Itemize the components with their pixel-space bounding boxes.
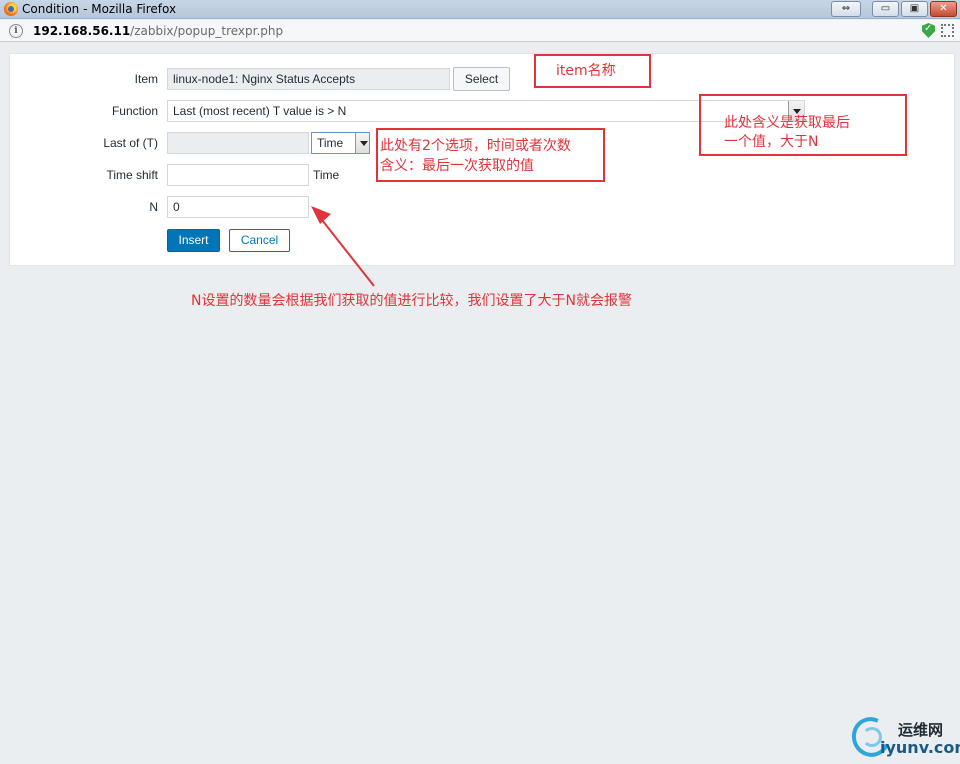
qr-code-icon[interactable] [941, 24, 954, 37]
shield-check-icon[interactable] [922, 23, 935, 38]
last-of-annotation-line1: 此处有2个选项，时间或者次数 [380, 138, 571, 154]
function-selected-value: Last (most recent) T value is > N [173, 104, 347, 118]
site-watermark: 运维网 iyunv.com [846, 711, 960, 763]
n-annotation-text: N设置的数量会根据我们获取的值进行比较，我们设置了大于N就会报警 [191, 293, 632, 309]
last-of-annotation: 此处有2个选项，时间或者次数 含义：最后一次获取的值 [376, 128, 605, 182]
cancel-button[interactable]: Cancel [229, 229, 290, 252]
last-of-label: Last of (T) [103, 136, 158, 150]
function-label: Function [111, 104, 158, 118]
item-annotation-text: item名称 [556, 63, 616, 79]
last-of-input[interactable] [167, 132, 309, 154]
function-annotation-line2: 一个值，大于N [724, 134, 819, 150]
window-title: Condition - Mozilla Firefox [22, 2, 177, 16]
function-annotation: 此处含义是获取最后 一个值，大于N [699, 94, 907, 156]
watermark-en: iyunv.com [880, 738, 960, 757]
window-titlebar: Condition - Mozilla Firefox ⇔ ▭ ▣ ✕ [0, 0, 960, 19]
time-shift-unit: Time [313, 168, 340, 182]
site-info-icon[interactable]: i [9, 24, 23, 38]
restore-window-button[interactable]: ⇔ [831, 1, 861, 17]
item-label: Item [134, 72, 158, 86]
last-of-annotation-line2: 含义：最后一次获取的值 [380, 158, 534, 174]
watermark-cn: 运维网 [898, 721, 944, 739]
last-of-unit-select[interactable]: Time [311, 132, 370, 154]
minimize-button[interactable]: ▭ [872, 1, 899, 17]
firefox-logo-icon [4, 2, 18, 16]
close-window-button[interactable]: ✕ [930, 1, 957, 17]
url-text[interactable]: 192.168.56.11/zabbix/popup_trexpr.php [33, 24, 283, 38]
n-label: N [149, 200, 158, 214]
n-input[interactable]: 0 [167, 196, 309, 218]
select-item-button[interactable]: Select [453, 67, 510, 91]
last-of-unit-value: Time [317, 136, 344, 150]
watermark-swirl-inner-icon [862, 727, 882, 747]
time-shift-input[interactable] [167, 164, 309, 186]
url-path: /zabbix/popup_trexpr.php [130, 24, 284, 38]
time-shift-label: Time shift [106, 168, 158, 182]
item-annotation: item名称 [534, 54, 651, 88]
maximize-button[interactable]: ▣ [901, 1, 928, 17]
item-field: linux-node1: Nginx Status Accepts [167, 68, 450, 90]
chevron-down-icon[interactable] [355, 133, 369, 153]
insert-button[interactable]: Insert [167, 229, 220, 252]
url-host: 192.168.56.11 [33, 24, 131, 38]
address-bar[interactable]: i 192.168.56.11/zabbix/popup_trexpr.php [0, 20, 960, 42]
function-annotation-line1: 此处含义是获取最后 [724, 115, 850, 131]
